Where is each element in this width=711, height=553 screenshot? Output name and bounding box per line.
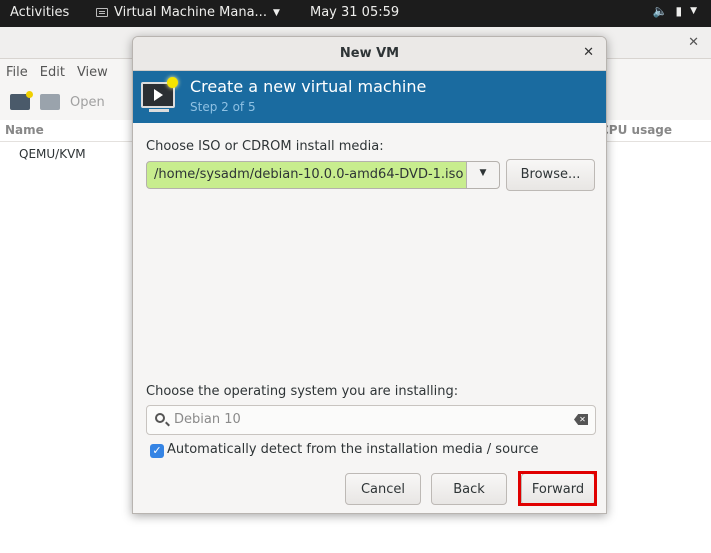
app-menu[interactable]: Virtual Machine Mana... ▼ xyxy=(96,5,280,20)
iso-media-label: Choose ISO or CDROM install media: xyxy=(146,139,384,154)
battery-icon: ▮ xyxy=(675,4,683,18)
menu-file[interactable]: File xyxy=(6,65,28,80)
search-icon xyxy=(155,413,165,423)
iso-path-dropdown[interactable]: ▼ xyxy=(466,161,500,189)
menu-bar: File Edit View xyxy=(0,60,140,84)
new-vm-icon[interactable] xyxy=(10,91,33,110)
column-name[interactable]: Name xyxy=(5,123,44,137)
activities-button[interactable]: Activities xyxy=(10,5,69,20)
wizard-banner: Create a new virtual machine Step 2 of 5 xyxy=(133,71,606,123)
iso-path-input[interactable]: /home/sysadm/debian-10.0.0-amd64-DVD-1.i… xyxy=(146,161,467,189)
monitor-stand xyxy=(149,109,169,112)
os-search-value: Debian 10 xyxy=(174,412,241,427)
banner-title: Create a new virtual machine xyxy=(190,77,427,96)
chevron-down-icon: ▼ xyxy=(690,6,697,16)
system-tray[interactable]: 🔈 ▮ ▼ xyxy=(653,4,697,18)
banner-step: Step 2 of 5 xyxy=(190,100,256,114)
chevron-down-icon: ▼ xyxy=(272,7,280,18)
clear-icon[interactable]: ✕ xyxy=(574,414,588,425)
open-button-label[interactable]: Open xyxy=(70,95,105,110)
open-vm-icon[interactable] xyxy=(40,94,60,110)
connection-qemu-kvm[interactable]: QEMU/KVM xyxy=(19,147,86,161)
dialog-titlebar: New VM ✕ xyxy=(133,37,606,71)
os-search-input[interactable]: Debian 10 ✕ xyxy=(146,405,596,435)
cancel-button[interactable]: Cancel xyxy=(345,473,421,505)
menu-edit[interactable]: Edit xyxy=(40,65,65,80)
dialog-title: New VM xyxy=(339,46,400,61)
auto-detect-checkbox[interactable]: ✓ xyxy=(150,444,164,458)
column-cpu-usage[interactable]: CPU usage xyxy=(600,123,672,137)
clock[interactable]: May 31 05:59 xyxy=(310,5,399,20)
os-label: Choose the operating system you are inst… xyxy=(146,384,459,399)
new-star-icon xyxy=(167,77,178,88)
dialog-close-icon[interactable]: ✕ xyxy=(583,45,594,60)
main-close-icon[interactable]: ✕ xyxy=(688,35,699,50)
top-bar: Activities Virtual Machine Mana... ▼ May… xyxy=(0,0,711,27)
forward-highlight-box xyxy=(518,471,597,506)
new-vm-dialog: New VM ✕ Create a new virtual machine St… xyxy=(132,36,607,514)
virt-manager-icon xyxy=(96,8,108,17)
chevron-down-icon: ▼ xyxy=(479,168,487,178)
main-toolbar: Open xyxy=(0,84,140,120)
back-button[interactable]: Back xyxy=(431,473,507,505)
browse-button[interactable]: Browse... xyxy=(506,159,595,191)
app-menu-label: Virtual Machine Mana... xyxy=(114,5,267,20)
volume-icon: 🔈 xyxy=(652,4,668,18)
auto-detect-label[interactable]: Automatically detect from the installati… xyxy=(167,442,538,457)
menu-view[interactable]: View xyxy=(77,65,108,80)
